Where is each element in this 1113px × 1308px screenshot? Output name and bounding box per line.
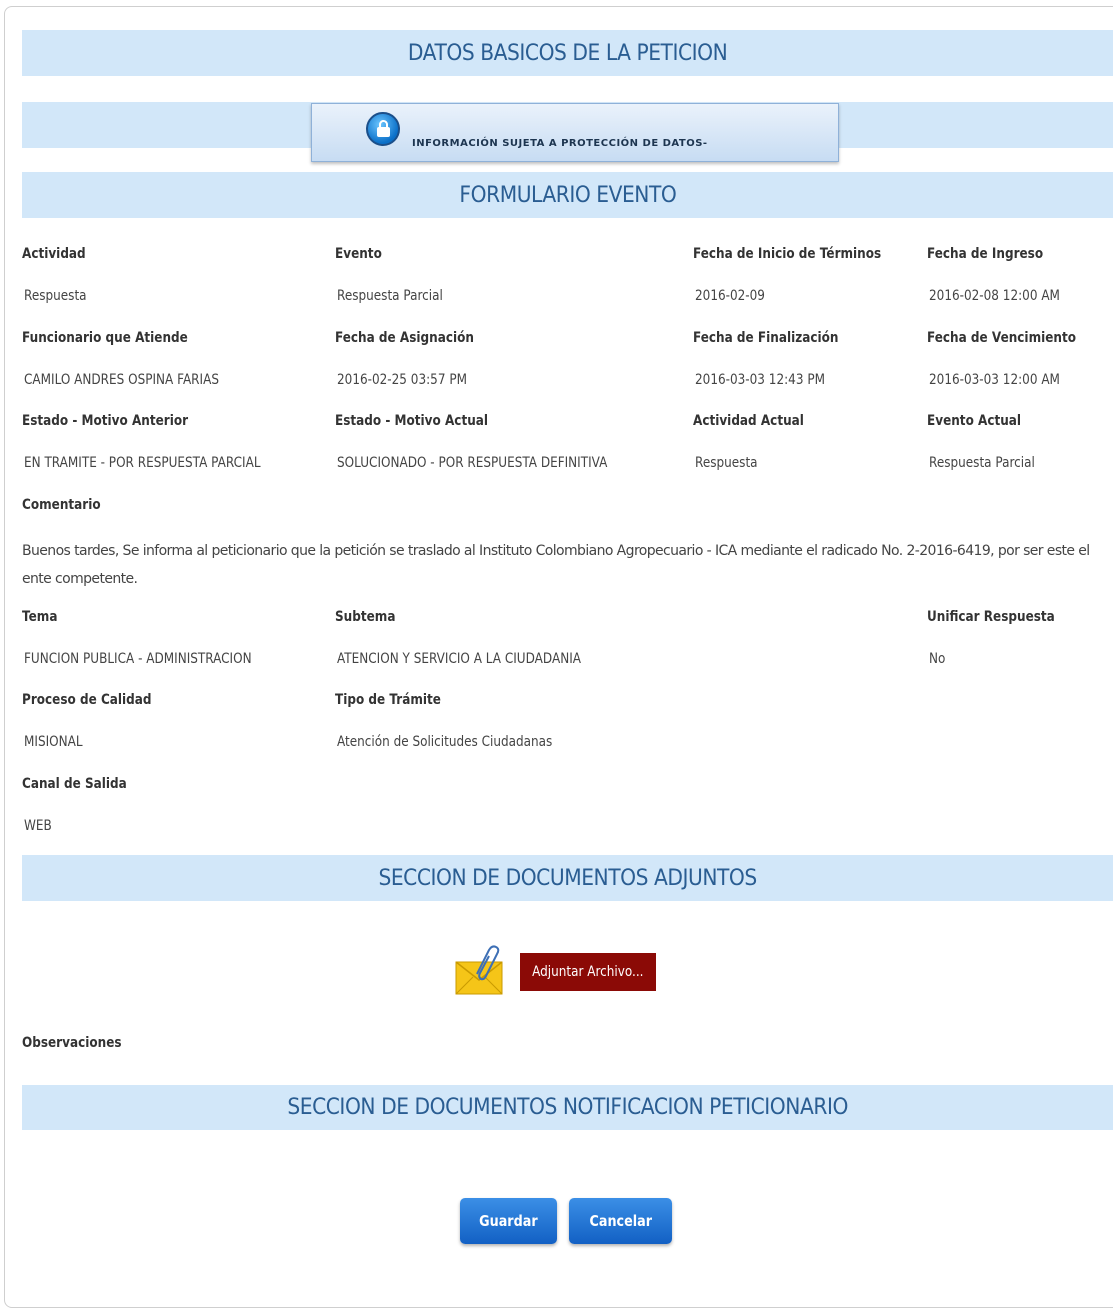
value-estado-actual: SOLUCIONADO - POR RESPUESTA DEFINITIVA: [337, 455, 608, 471]
label-fecha-inicio-terminos: Fecha de Inicio de Términos: [693, 246, 882, 262]
data-protection-banner[interactable]: INFORMACIÓN SUJETA A PROTECCIÓN DE DATOS…: [311, 103, 839, 162]
label-funcionario: Funcionario que Atiende: [22, 330, 188, 346]
value-comentario: Buenos tardes, Se informa al peticionari…: [22, 543, 1090, 587]
label-fecha-asignacion: Fecha de Asignación: [335, 330, 474, 346]
protection-text: INFORMACIÓN SUJETA A PROTECCIÓN DE DATOS…: [412, 138, 708, 149]
save-label: Guardar: [479, 1212, 538, 1230]
value-fecha-ingreso: 2016-02-08 12:00 AM: [929, 288, 1060, 304]
value-estado-anterior: EN TRAMITE - POR RESPUESTA PARCIAL: [24, 455, 261, 471]
section-header-documentos-adjuntos: SECCION DE DOCUMENTOS ADJUNTOS: [22, 855, 1113, 901]
attach-file-label: Adjuntar Archivo...: [532, 964, 644, 980]
section-header-formulario-evento: FORMULARIO EVENTO: [22, 172, 1113, 218]
label-evento-actual: Evento Actual: [927, 413, 1022, 429]
value-tema: FUNCION PUBLICA - ADMINISTRACION: [24, 651, 252, 667]
label-subtema: Subtema: [335, 609, 396, 625]
label-estado-anterior: Estado - Motivo Anterior: [22, 413, 189, 429]
cancel-button[interactable]: Cancelar: [569, 1198, 672, 1244]
section-title: SECCION DE DOCUMENTOS NOTIFICACION PETIC…: [287, 1095, 848, 1120]
section-title: FORMULARIO EVENTO: [459, 182, 676, 208]
cancel-label: Cancelar: [589, 1212, 652, 1230]
label-unificar-respuesta: Unificar Respuesta: [927, 609, 1055, 625]
section-header-datos-basicos: DATOS BASICOS DE LA PETICION: [22, 30, 1113, 76]
section-title: SECCION DE DOCUMENTOS ADJUNTOS: [378, 865, 757, 891]
label-comentario: Comentario: [22, 497, 101, 513]
label-evento: Evento: [335, 246, 382, 262]
label-tema: Tema: [22, 609, 58, 625]
label-fecha-finalizacion: Fecha de Finalización: [693, 330, 839, 346]
save-button[interactable]: Guardar: [460, 1198, 557, 1244]
value-actividad-actual: Respuesta: [695, 455, 758, 471]
value-evento: Respuesta Parcial: [337, 288, 443, 304]
label-tipo-tramite: Tipo de Trámite: [335, 692, 441, 708]
value-fecha-asignacion: 2016-02-25 03:57 PM: [337, 372, 467, 388]
value-fecha-vencimiento: 2016-03-03 12:00 AM: [929, 372, 1060, 388]
envelope-paperclip-icon[interactable]: [455, 944, 503, 996]
attach-file-button[interactable]: Adjuntar Archivo...: [520, 953, 656, 991]
label-fecha-ingreso: Fecha de Ingreso: [927, 246, 1044, 262]
label-estado-actual: Estado - Motivo Actual: [335, 413, 489, 429]
label-observaciones: Observaciones: [22, 1035, 122, 1051]
label-proceso-calidad: Proceso de Calidad: [22, 692, 152, 708]
label-fecha-vencimiento: Fecha de Vencimiento: [927, 330, 1077, 346]
section-header-documentos-notificacion: SECCION DE DOCUMENTOS NOTIFICACION PETIC…: [22, 1085, 1113, 1130]
label-actividad: Actividad: [22, 246, 86, 262]
lock-icon: [366, 112, 400, 146]
value-evento-actual: Respuesta Parcial: [929, 455, 1035, 471]
section-title: DATOS BASICOS DE LA PETICION: [407, 40, 728, 66]
value-funcionario: CAMILO ANDRES OSPINA FARIAS: [24, 372, 219, 388]
value-subtema: ATENCION Y SERVICIO A LA CIUDADANIA: [337, 651, 581, 667]
value-canal-salida: WEB: [24, 818, 52, 834]
label-canal-salida: Canal de Salida: [22, 776, 127, 792]
value-unificar-respuesta: No: [929, 651, 946, 667]
label-actividad-actual: Actividad Actual: [693, 413, 804, 429]
value-tipo-tramite: Atención de Solicitudes Ciudadanas: [337, 734, 553, 750]
value-fecha-finalizacion: 2016-03-03 12:43 PM: [695, 372, 825, 388]
value-actividad: Respuesta: [24, 288, 87, 304]
value-fecha-inicio-terminos: 2016-02-09: [695, 288, 765, 304]
value-proceso-calidad: MISIONAL: [24, 734, 83, 750]
